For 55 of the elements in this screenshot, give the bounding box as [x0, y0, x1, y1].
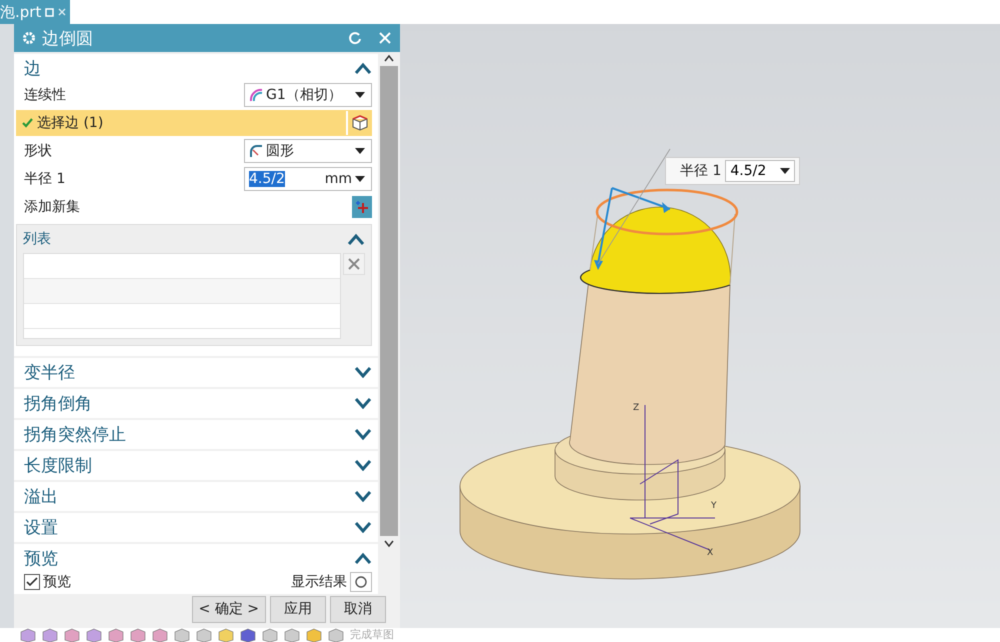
cube-icon [351, 114, 369, 132]
collapse-chevron-icon[interactable] [354, 552, 372, 564]
expand-chevron-icon[interactable] [354, 490, 372, 502]
dialog-title: 边倒圆 [42, 28, 94, 50]
section-title[interactable]: 设置 [24, 516, 58, 538]
show-result-label: 显示结果 [291, 573, 347, 591]
remove-button[interactable] [343, 253, 365, 275]
expand-chevron-icon[interactable] [354, 459, 372, 471]
section-title[interactable]: 预览 [24, 546, 58, 570]
reset-icon[interactable] [348, 31, 362, 45]
preview-checkbox[interactable] [24, 574, 40, 590]
select-edge-row[interactable]: 选择边 (1) [16, 110, 372, 136]
close-icon [348, 258, 360, 270]
callout-label: 半径 1 [680, 162, 722, 180]
expand-chevron-icon[interactable] [354, 366, 372, 378]
callout-radius-field[interactable]: 4.5/2 [725, 160, 796, 182]
dialog-button[interactable]: 应用 [270, 596, 326, 622]
section-title[interactable]: 变半径 [24, 360, 75, 384]
dropdown-caret-icon[interactable] [355, 148, 365, 154]
field-label: 添加新集 [24, 198, 80, 216]
axis-label: Y [711, 501, 716, 511]
expand-chevron-icon[interactable] [354, 428, 372, 440]
axis-label: Z [633, 403, 640, 413]
dropdown-caret-icon[interactable] [355, 92, 365, 98]
scroll-up-icon[interactable] [384, 54, 394, 62]
pin-icon[interactable] [45, 8, 54, 16]
scroll-down-icon[interactable] [384, 540, 394, 548]
section-title[interactable]: 边 [24, 56, 41, 80]
dialog-button[interactable]: 取消 [330, 596, 386, 622]
continuity-dropdown[interactable]: G1（相切） [244, 83, 372, 107]
field-label: 连续性 [24, 86, 66, 104]
section-title[interactable]: 长度限制 [24, 454, 92, 476]
rounded-corner-icon [249, 144, 263, 158]
show-result-button[interactable] [350, 572, 372, 592]
dropdown-caret-icon[interactable] [780, 168, 790, 174]
settings-icon [22, 31, 36, 45]
axis-label: X [707, 548, 714, 558]
curve-icon [249, 88, 263, 102]
radius-field[interactable]: 4.5/2 mm [244, 167, 372, 191]
shape-dropdown[interactable]: 圆形 [244, 139, 372, 163]
checkmark-icon [22, 118, 33, 128]
field-label: 形状 [24, 142, 52, 160]
close-icon[interactable] [58, 8, 66, 16]
collapse-chevron-icon[interactable] [354, 62, 372, 74]
collapse-chevron-icon[interactable] [347, 233, 365, 245]
checkbox-label: 预览 [43, 573, 71, 591]
section-title[interactable]: 溢出 [24, 484, 58, 508]
section-title[interactable]: 拐角倒角 [24, 392, 92, 414]
list-title[interactable]: 列表 [23, 230, 51, 248]
expand-chevron-icon[interactable] [354, 397, 372, 409]
dropdown-caret-icon[interactable] [355, 176, 365, 182]
dialog-button[interactable]: < 确定 > [192, 596, 266, 622]
expand-chevron-icon[interactable] [354, 521, 372, 533]
sparkle-plus-icon [355, 200, 369, 214]
field-label: 半径 1 [24, 170, 66, 188]
